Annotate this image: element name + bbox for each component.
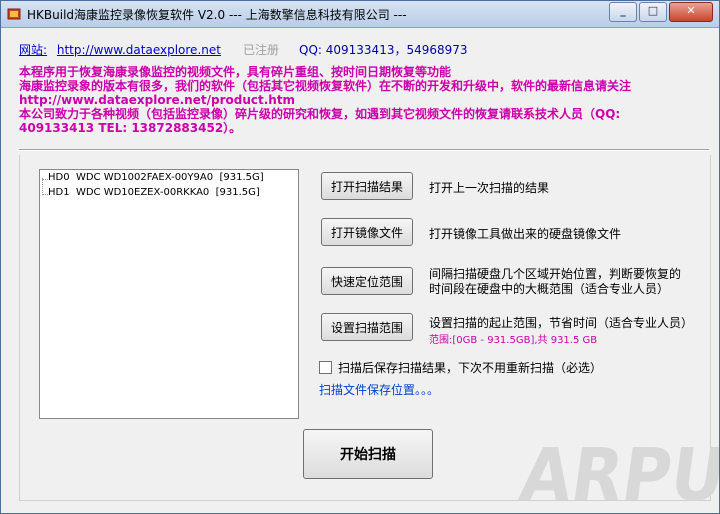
watermark: ARPUN [515, 433, 720, 514]
save-after-scan-checkbox[interactable] [319, 361, 332, 374]
registered-status: 已注册 [243, 43, 280, 57]
open-image-file-button[interactable]: 打开镜像文件 [321, 218, 413, 246]
open-scan-result-button[interactable]: 打开扫描结果 [321, 172, 413, 200]
start-scan-button[interactable]: 开始扫描 [303, 429, 433, 479]
info-line: 409133413 TEL: 13872883452）。 [19, 121, 242, 135]
website-row: 网站: http://www.dataexplore.net [19, 41, 221, 58]
quick-locate-button[interactable]: 快速定位范围 [321, 267, 413, 295]
divider [19, 149, 709, 151]
disk-id: HD1 [48, 187, 70, 198]
info-line: 本程序用于恢复海康录像监控的视频文件，具有碎片重组、按时间日期恢复等功能 [19, 65, 452, 79]
minimize-button[interactable]: _ [609, 2, 637, 22]
set-scan-range-button[interactable]: 设置扫描范围 [321, 313, 413, 341]
title-bar[interactable]: HKBuild海康监控录像恢复软件 V2.0 --- 上海数擎信息科技有限公司 … [1, 1, 719, 28]
maximize-button[interactable]: □ [639, 2, 667, 22]
disk-tree[interactable]: HD0 WDC WD1002FAEX-00Y9A0 [931.5G] HD1 W… [39, 169, 299, 419]
info-text: 本程序用于恢复海康录像监控的视频文件，具有碎片重组、按时间日期恢复等功能 海康监… [19, 65, 709, 135]
disk-id: HD0 [48, 172, 70, 183]
disk-size: [931.5G] [215, 187, 260, 198]
disk-item-hd1[interactable]: HD1 WDC WD10EZEX-00RKKA0 [931.5G] [48, 187, 260, 198]
website-label[interactable]: 网站: [19, 43, 47, 57]
save-after-scan-label: 扫描后保存扫描结果，下次不用重新扫描（必选） [338, 361, 603, 375]
main-window: HKBuild海康监控录像恢复软件 V2.0 --- 上海数擎信息科技有限公司 … [0, 0, 720, 514]
close-icon: ✕ [686, 4, 696, 17]
website-link[interactable]: http://www.dataexplore.net [57, 43, 221, 57]
info-line: http://www.dataexplore.net/product.htm [19, 93, 296, 107]
close-button[interactable]: ✕ [669, 2, 713, 22]
info-line: 本公司致力于各种视频（包括监控录像）碎片级的研究和恢复，如遇到其它视频文件的恢复… [19, 107, 621, 121]
tree-connector [42, 178, 43, 193]
window-title: HKBuild海康监控录像恢复软件 V2.0 --- 上海数擎信息科技有限公司 … [27, 8, 407, 22]
disk-model: WDC WD1002FAEX-00Y9A0 [75, 172, 214, 183]
disk-size: [931.5G] [219, 172, 264, 183]
app-icon [7, 8, 21, 20]
set-scan-range-desc: 设置扫描的起止范围，节省时间（适合专业人员） [429, 316, 694, 330]
info-line: 海康监控录象的版本有很多，我们的软件（包括其它视频恢复软件）在不断的开发和升级中… [19, 79, 632, 93]
disk-item-hd0[interactable]: HD0 WDC WD1002FAEX-00Y9A0 [931.5G] [48, 172, 264, 183]
save-location-link[interactable]: 扫描文件保存位置。。。 [319, 381, 439, 398]
open-image-file-desc: 打开镜像工具做出来的硬盘镜像文件 [429, 227, 622, 241]
disk-model: WDC WD10EZEX-00RKKA0 [75, 187, 210, 198]
maximize-icon: □ [647, 4, 659, 17]
open-scan-result-desc: 打开上一次扫描的结果 [429, 181, 550, 195]
minimize-icon: _ [620, 4, 626, 17]
qq-contact: QQ: 409133413，54968973 [299, 43, 468, 57]
scan-range-value: 范围:[0GB - 931.5GB],共 931.5 GB [429, 335, 598, 346]
quick-locate-desc: 时间段在硬盘中的大概范围（适合专业人员） [429, 282, 670, 296]
save-after-scan-row[interactable]: 扫描后保存扫描结果，下次不用重新扫描（必选） [319, 359, 602, 376]
